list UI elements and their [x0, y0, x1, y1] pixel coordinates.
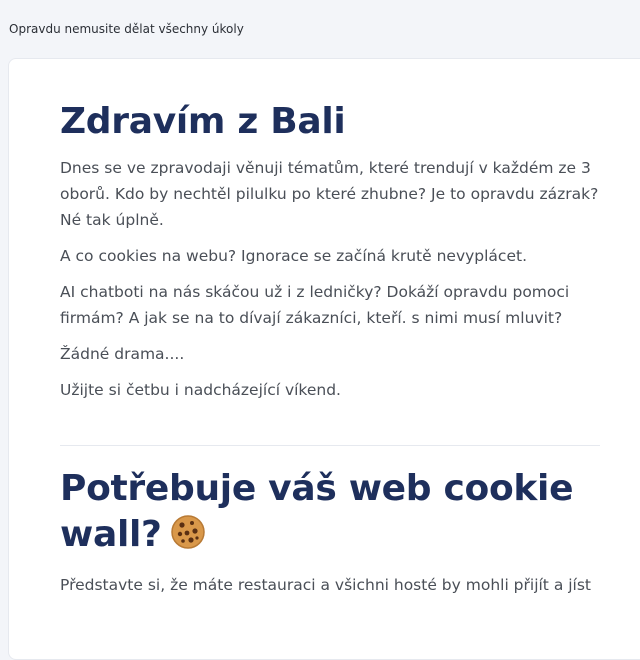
article-title: Potřebuje váš web cookie wall? [60, 466, 600, 558]
intro-paragraph-2: A co cookies na webu? Ignorace se začíná… [60, 247, 527, 265]
intro-title: Zdravím z Bali [60, 101, 346, 142]
intro-paragraph-1: Dnes se ve zpravodaji věnuji tématům, kt… [60, 159, 599, 229]
intro-paragraph-5: Užijte si četbu i nadcházející víkend. [60, 381, 341, 399]
cookie-icon [170, 514, 206, 550]
intro-paragraph-3: AI chatboti na nás skáčou už i z ledničk… [60, 283, 570, 327]
article-title-text: Potřebuje váš web cookie wall? [60, 468, 574, 555]
newsletter-content: Zdravím z Bali Dnes se ve zpravodaji věn… [60, 99, 600, 598]
intro-paragraph-4: Žádné drama.... [60, 345, 185, 363]
email-preheader: Opravdu nemusite dělat všechny úkoly [9, 22, 244, 36]
newsletter-card: Zdravím z Bali Dnes se ve zpravodaji věn… [8, 58, 640, 660]
article-paragraph: Představte si, že máte restauraci a všic… [60, 576, 592, 594]
